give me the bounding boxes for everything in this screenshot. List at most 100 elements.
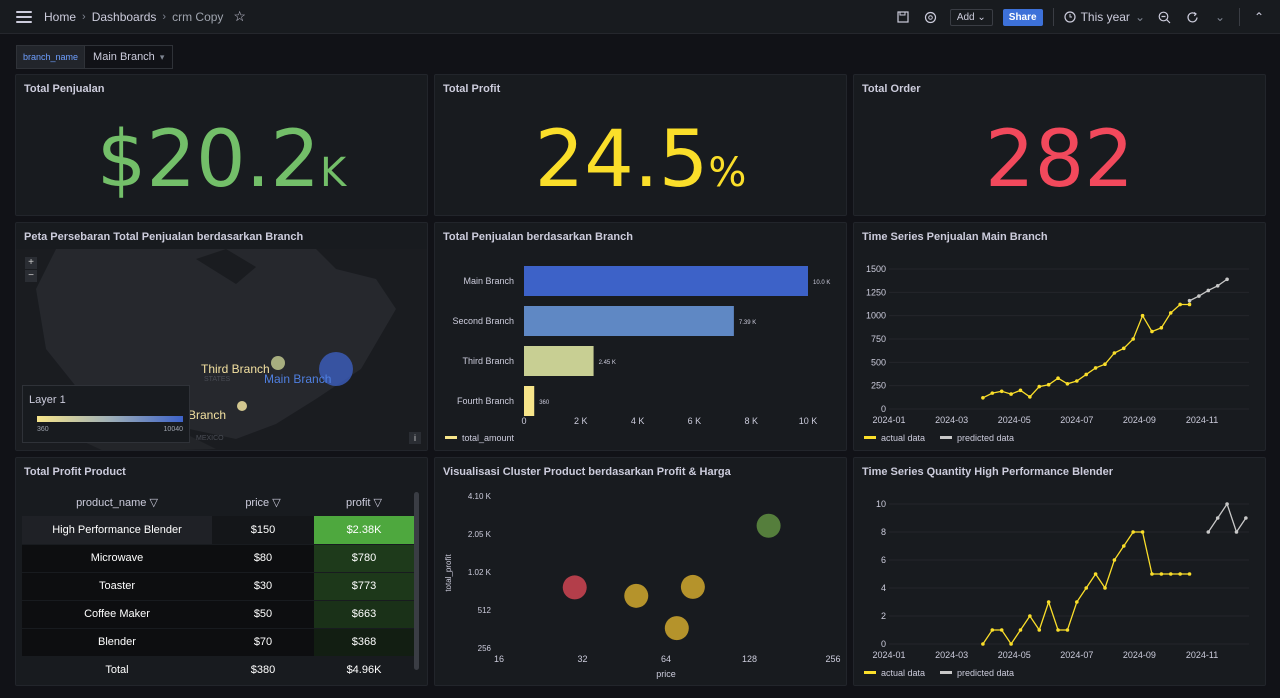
- y-tick-label: 0: [881, 404, 886, 414]
- breadcrumb-separator-icon: ›: [82, 10, 86, 23]
- legend-swatch-actual: [864, 671, 876, 674]
- legend-label-actual: actual data: [881, 433, 925, 443]
- map-zoom-in-button[interactable]: +: [25, 257, 37, 269]
- panel-title: Total Order: [862, 83, 921, 95]
- panel-timeseries-quantity[interactable]: Time Series Quantity High Performance Bl…: [853, 457, 1266, 686]
- data-point: [1150, 572, 1154, 576]
- data-point: [1131, 530, 1135, 534]
- stat-unit: %: [708, 150, 747, 196]
- data-point: [1178, 302, 1182, 307]
- filter-icon[interactable]: ▽: [374, 497, 382, 509]
- profit-table: product_name ▽ price ▽ profit ▽ High Per…: [22, 488, 414, 685]
- x-tick-label: 8 K: [744, 416, 758, 426]
- data-point: [1056, 628, 1060, 632]
- x-tick-label: 256: [825, 654, 840, 664]
- data-point: [981, 396, 985, 400]
- y-tick-label: 2: [881, 611, 886, 621]
- x-tick-label: 2024-07: [1060, 650, 1093, 660]
- cell-price: $80: [212, 544, 314, 573]
- cell-price: $50: [212, 600, 314, 629]
- bar: [524, 266, 808, 296]
- share-button[interactable]: Share: [1002, 8, 1043, 26]
- data-point: [1159, 572, 1164, 576]
- variable-select[interactable]: Main Branch ▾: [85, 45, 174, 69]
- cell-profit: $2.38K: [314, 516, 414, 545]
- data-point: [1009, 392, 1013, 396]
- data-point: [1121, 544, 1126, 548]
- save-icon[interactable]: [894, 8, 912, 26]
- legend-swatch: [445, 436, 457, 439]
- y-tick-label: 2.05 K: [468, 530, 492, 539]
- menu-icon[interactable]: [16, 10, 32, 23]
- map-legend-title: Layer 1: [29, 394, 66, 406]
- zoom-out-icon[interactable]: [1155, 8, 1173, 26]
- breadcrumb-current: crm Copy: [172, 9, 224, 24]
- filter-icon[interactable]: ▽: [149, 497, 157, 509]
- star-icon[interactable]: ☆: [233, 8, 246, 25]
- y-tick-label: 512: [478, 606, 492, 615]
- panel-map[interactable]: Peta Persebaran Total Penjualan berdasar…: [15, 222, 428, 451]
- refresh-icon[interactable]: [1183, 8, 1201, 26]
- map-legend: Layer 1 360 10040: [22, 385, 190, 443]
- panel-profit-table[interactable]: Total Profit Product product_name ▽ pric…: [15, 457, 428, 686]
- data-point: [1037, 628, 1042, 632]
- map-label-main-branch: Main Branch: [264, 372, 331, 386]
- map-legend-gradient: [37, 416, 183, 422]
- cell-product: Coffee Maker: [22, 600, 212, 629]
- column-header-profit[interactable]: profit ▽: [314, 488, 414, 516]
- data-point: [1018, 628, 1023, 632]
- x-tick-label: 2024-03: [935, 415, 968, 425]
- panel-total-profit[interactable]: Total Profit 24.5%: [434, 74, 847, 216]
- time-range-picker[interactable]: This year ⌄: [1063, 10, 1145, 24]
- refresh-interval-chevron-icon[interactable]: ⌄: [1211, 8, 1229, 26]
- data-point: [1103, 362, 1107, 366]
- breadcrumb-home[interactable]: Home: [44, 10, 76, 24]
- data-point: [1244, 516, 1248, 520]
- variable-label: branch_name: [16, 45, 86, 69]
- collapse-chevron-up-icon[interactable]: ⌃: [1250, 8, 1268, 26]
- panel-total-order[interactable]: Total Order 282: [853, 74, 1266, 216]
- column-header-price[interactable]: price ▽: [212, 488, 314, 516]
- clock-icon: [1063, 11, 1076, 23]
- time-range-label: This year: [1080, 10, 1130, 24]
- data-point: [1187, 298, 1192, 303]
- filter-icon[interactable]: ▽: [272, 497, 280, 509]
- x-tick-label: 64: [661, 654, 671, 664]
- y-tick-label: 256: [478, 644, 492, 653]
- panel-scatter[interactable]: Visualisasi Cluster Product berdasarkan …: [434, 457, 847, 686]
- x-tick-label: 2024-03: [935, 650, 968, 660]
- panel-bar-chart[interactable]: Total Penjualan berdasarkan Branch Main …: [434, 222, 847, 451]
- bar-value-label: 2.45 K: [599, 360, 616, 366]
- chevron-down-icon: ⌄: [977, 11, 986, 23]
- data-point: [999, 628, 1004, 632]
- column-header-product[interactable]: product_name ▽: [22, 488, 212, 516]
- data-point: [1225, 277, 1229, 282]
- data-point: [1075, 600, 1079, 604]
- data-point: [1215, 284, 1220, 288]
- breadcrumb: Home › Dashboards › crm Copy: [44, 10, 223, 24]
- panel-total-penjualan[interactable]: Total Penjualan $20.2K: [15, 74, 428, 216]
- y-tick-label: 1500: [866, 264, 886, 274]
- y-tick-label: 250: [871, 381, 886, 391]
- settings-icon[interactable]: [922, 8, 940, 26]
- data-point: [990, 628, 995, 632]
- breadcrumb-separator-icon: ›: [162, 10, 167, 23]
- x-tick-label: 10 K: [799, 416, 818, 426]
- data-point: [1093, 366, 1098, 370]
- table-row: Coffee Maker $50 $663: [22, 600, 414, 629]
- map-info-icon[interactable]: i: [409, 432, 421, 444]
- total-label: Total: [22, 656, 212, 685]
- map-label-states: STATES: [204, 376, 231, 383]
- cell-price: $150: [212, 516, 314, 545]
- bar-value-label: 7.39 K: [739, 320, 756, 326]
- data-point: [1046, 382, 1051, 387]
- map-zoom-out-button[interactable]: −: [25, 270, 37, 282]
- y-tick-label: 8: [881, 527, 886, 537]
- divider: [1239, 8, 1240, 26]
- table-scrollbar[interactable]: [414, 492, 419, 670]
- panel-timeseries-sales[interactable]: Time Series Penjualan Main Branch 0 250 50…: [853, 222, 1266, 451]
- x-tick-label: 16: [494, 654, 504, 664]
- breadcrumb-dashboards[interactable]: Dashboards: [92, 10, 157, 24]
- add-button[interactable]: Add ⌄: [949, 8, 993, 26]
- table-row: Blender $70 $368: [22, 628, 414, 657]
